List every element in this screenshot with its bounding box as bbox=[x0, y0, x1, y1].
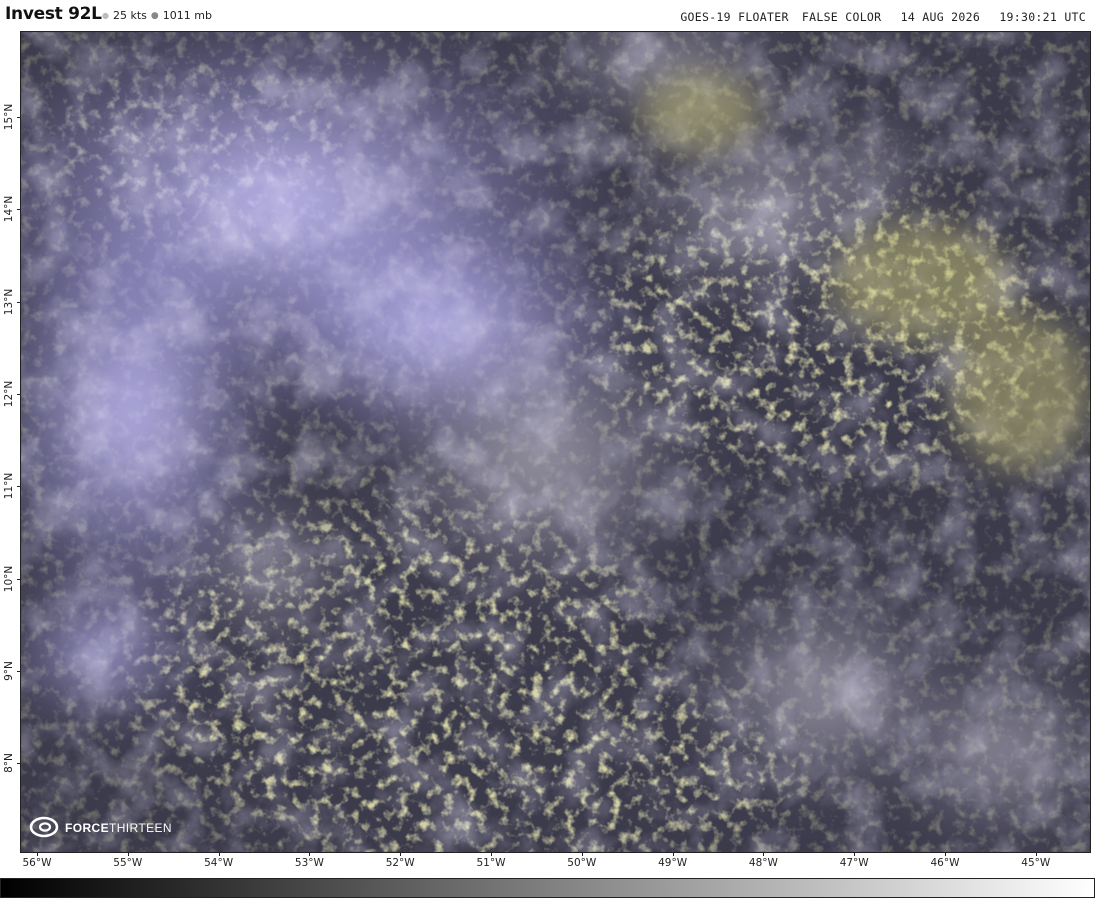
latitude-tick bbox=[17, 763, 20, 765]
longitude-label: 51°W bbox=[476, 857, 506, 869]
image-date: 14 AUG 2026 bbox=[900, 10, 981, 24]
product-name: FALSE COLOR bbox=[801, 10, 882, 24]
longitude-label: 53°W bbox=[294, 857, 324, 869]
longitude-tick bbox=[37, 852, 38, 856]
image-info: GOES-19 FLOATER FALSE COLOR 14 AUG 2026 … bbox=[668, 10, 1086, 24]
latitude-tick bbox=[17, 209, 20, 211]
header-bar: Invest 92L ● 25 kts ● 1011 mb GOES-19 FLOAT… bbox=[0, 0, 1096, 30]
longitude-tick bbox=[581, 852, 583, 856]
logo-text-regular: THIRTEEN bbox=[109, 821, 172, 835]
latitude-label: 8°N bbox=[3, 753, 15, 773]
latitude-label: 9°N bbox=[3, 660, 15, 681]
latitude-label: 10°N bbox=[3, 565, 15, 592]
latitude-label: 12°N bbox=[3, 380, 15, 408]
longitude-tick bbox=[763, 852, 765, 856]
longitude-tick bbox=[1035, 852, 1037, 856]
latitude-label: 11°N bbox=[3, 472, 15, 500]
longitude-tick bbox=[218, 852, 220, 856]
longitude-tick bbox=[127, 852, 129, 856]
longitude-label: 47°W bbox=[839, 857, 869, 869]
longitude-tick bbox=[309, 852, 311, 856]
separator-dot-icon: ● bbox=[102, 11, 109, 20]
longitude-label: 54°W bbox=[204, 857, 234, 869]
longitude-tick bbox=[945, 852, 946, 856]
longitude-label: 50°W bbox=[567, 857, 597, 869]
longitude-tick bbox=[672, 852, 674, 856]
latitude-tick bbox=[17, 301, 20, 303]
latitude-tick bbox=[17, 578, 20, 580]
separator-dot-icon: ● bbox=[150, 11, 159, 21]
latitude-label: 15°N bbox=[3, 103, 15, 131]
longitude-tick bbox=[400, 852, 402, 856]
longitude-tick bbox=[491, 852, 492, 856]
longitude-label: 52°W bbox=[385, 857, 415, 869]
pressure: 1011 mb bbox=[162, 9, 212, 22]
longitude-label: 55°W bbox=[113, 857, 143, 869]
satellite-name: GOES-19 FLOATER bbox=[680, 10, 789, 24]
longitude-tick bbox=[854, 852, 856, 856]
longitude-label: 56°W bbox=[22, 857, 52, 869]
latitude-label: 13°N bbox=[3, 288, 15, 315]
satellite-map: FORCETHIRTEEN bbox=[20, 31, 1091, 853]
storm-intensity: ● 25 kts ● 1011 mb bbox=[102, 9, 212, 22]
longitude-label: 46°W bbox=[930, 857, 960, 869]
satellite-image: FORCETHIRTEEN bbox=[21, 32, 1090, 852]
storm-name: Invest 92L bbox=[5, 4, 102, 24]
longitude-label: 48°W bbox=[748, 857, 778, 869]
colorbar bbox=[0, 878, 1095, 898]
svg-text:FORCETHIRTEEN: FORCETHIRTEEN bbox=[65, 821, 172, 835]
wind-speed: 25 kts bbox=[112, 9, 147, 22]
image-time: 19:30:21 UTC bbox=[999, 10, 1086, 24]
latitude-tick bbox=[17, 486, 20, 488]
logo-text-bold: FORCE bbox=[65, 821, 109, 835]
latitude-tick bbox=[17, 117, 20, 118]
longitude-label: 49°W bbox=[658, 857, 688, 869]
latitude-label: 14°N bbox=[3, 196, 15, 223]
longitude-label: 45°W bbox=[1021, 857, 1051, 869]
latitude-tick bbox=[17, 670, 20, 672]
latitude-tick bbox=[17, 393, 20, 395]
